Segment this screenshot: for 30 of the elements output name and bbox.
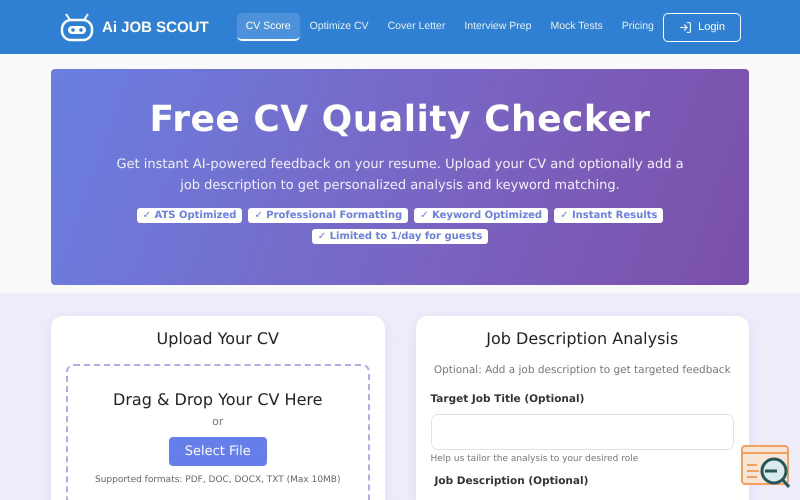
hero-subtitle: Get instant AI-powered feedback on your resume. Upload your CV and optionally add a job description to get personalized analysis and keyword matching. — [115, 156, 685, 195]
card-title: Upload Your CV — [155, 329, 280, 348]
brand-name[interactable]: Ai JOB SCOUT — [102, 18, 209, 36]
drop-zone[interactable]: Drag & Drop Your CV Here or Select File Supported formats: PDF, DOC, DOCX, TXT (Max 10MB) — [66, 364, 370, 500]
nav-link[interactable]: Cover Letter — [378, 13, 454, 41]
field-label: Job Description (Optional) — [432, 475, 590, 487]
feature-tag: ✓ Instant Results — [554, 208, 664, 223]
or-text: or — [212, 415, 224, 428]
nav-link[interactable]: CV Score — [236, 13, 300, 41]
feature-tag: ✓ Keyword Optimized — [414, 208, 548, 223]
nav-link[interactable]: Mock Tests — [541, 13, 612, 41]
feature-tag: ✓ ATS Optimized — [136, 208, 242, 223]
document-search-icon[interactable] — [741, 445, 791, 489]
field-label: Target Job Title (Optional) — [430, 393, 586, 405]
login-button[interactable]: Login — [663, 12, 741, 42]
job-title-field[interactable] — [430, 414, 734, 450]
nav-link[interactable]: Pricing — [612, 13, 663, 41]
feature-tag: ✓ Limited to 1/day for guests — [312, 229, 488, 244]
feature-tag: ✓ Professional Formatting — [248, 208, 408, 223]
intro-text: Optional: Add a job description to get targeted feedback — [432, 364, 732, 376]
formats-note: Supported formats: PDF, DOC, DOCX, TXT (Max 10MB) — [94, 475, 340, 485]
nav-link[interactable]: Interview Prep — [455, 13, 540, 41]
drop-title: Drag & Drop Your CV Here — [113, 390, 322, 409]
select-file-button[interactable]: Select File — [168, 437, 267, 466]
robot-icon — [60, 12, 94, 42]
card-title: Job Description Analysis — [484, 329, 680, 348]
nav-link[interactable]: Optimize CV — [300, 13, 378, 41]
hero-title: Free CV Quality Checker — [149, 99, 651, 140]
login-icon — [679, 20, 692, 34]
help-text: Help us tailor the analysis to your desired role — [430, 454, 640, 464]
